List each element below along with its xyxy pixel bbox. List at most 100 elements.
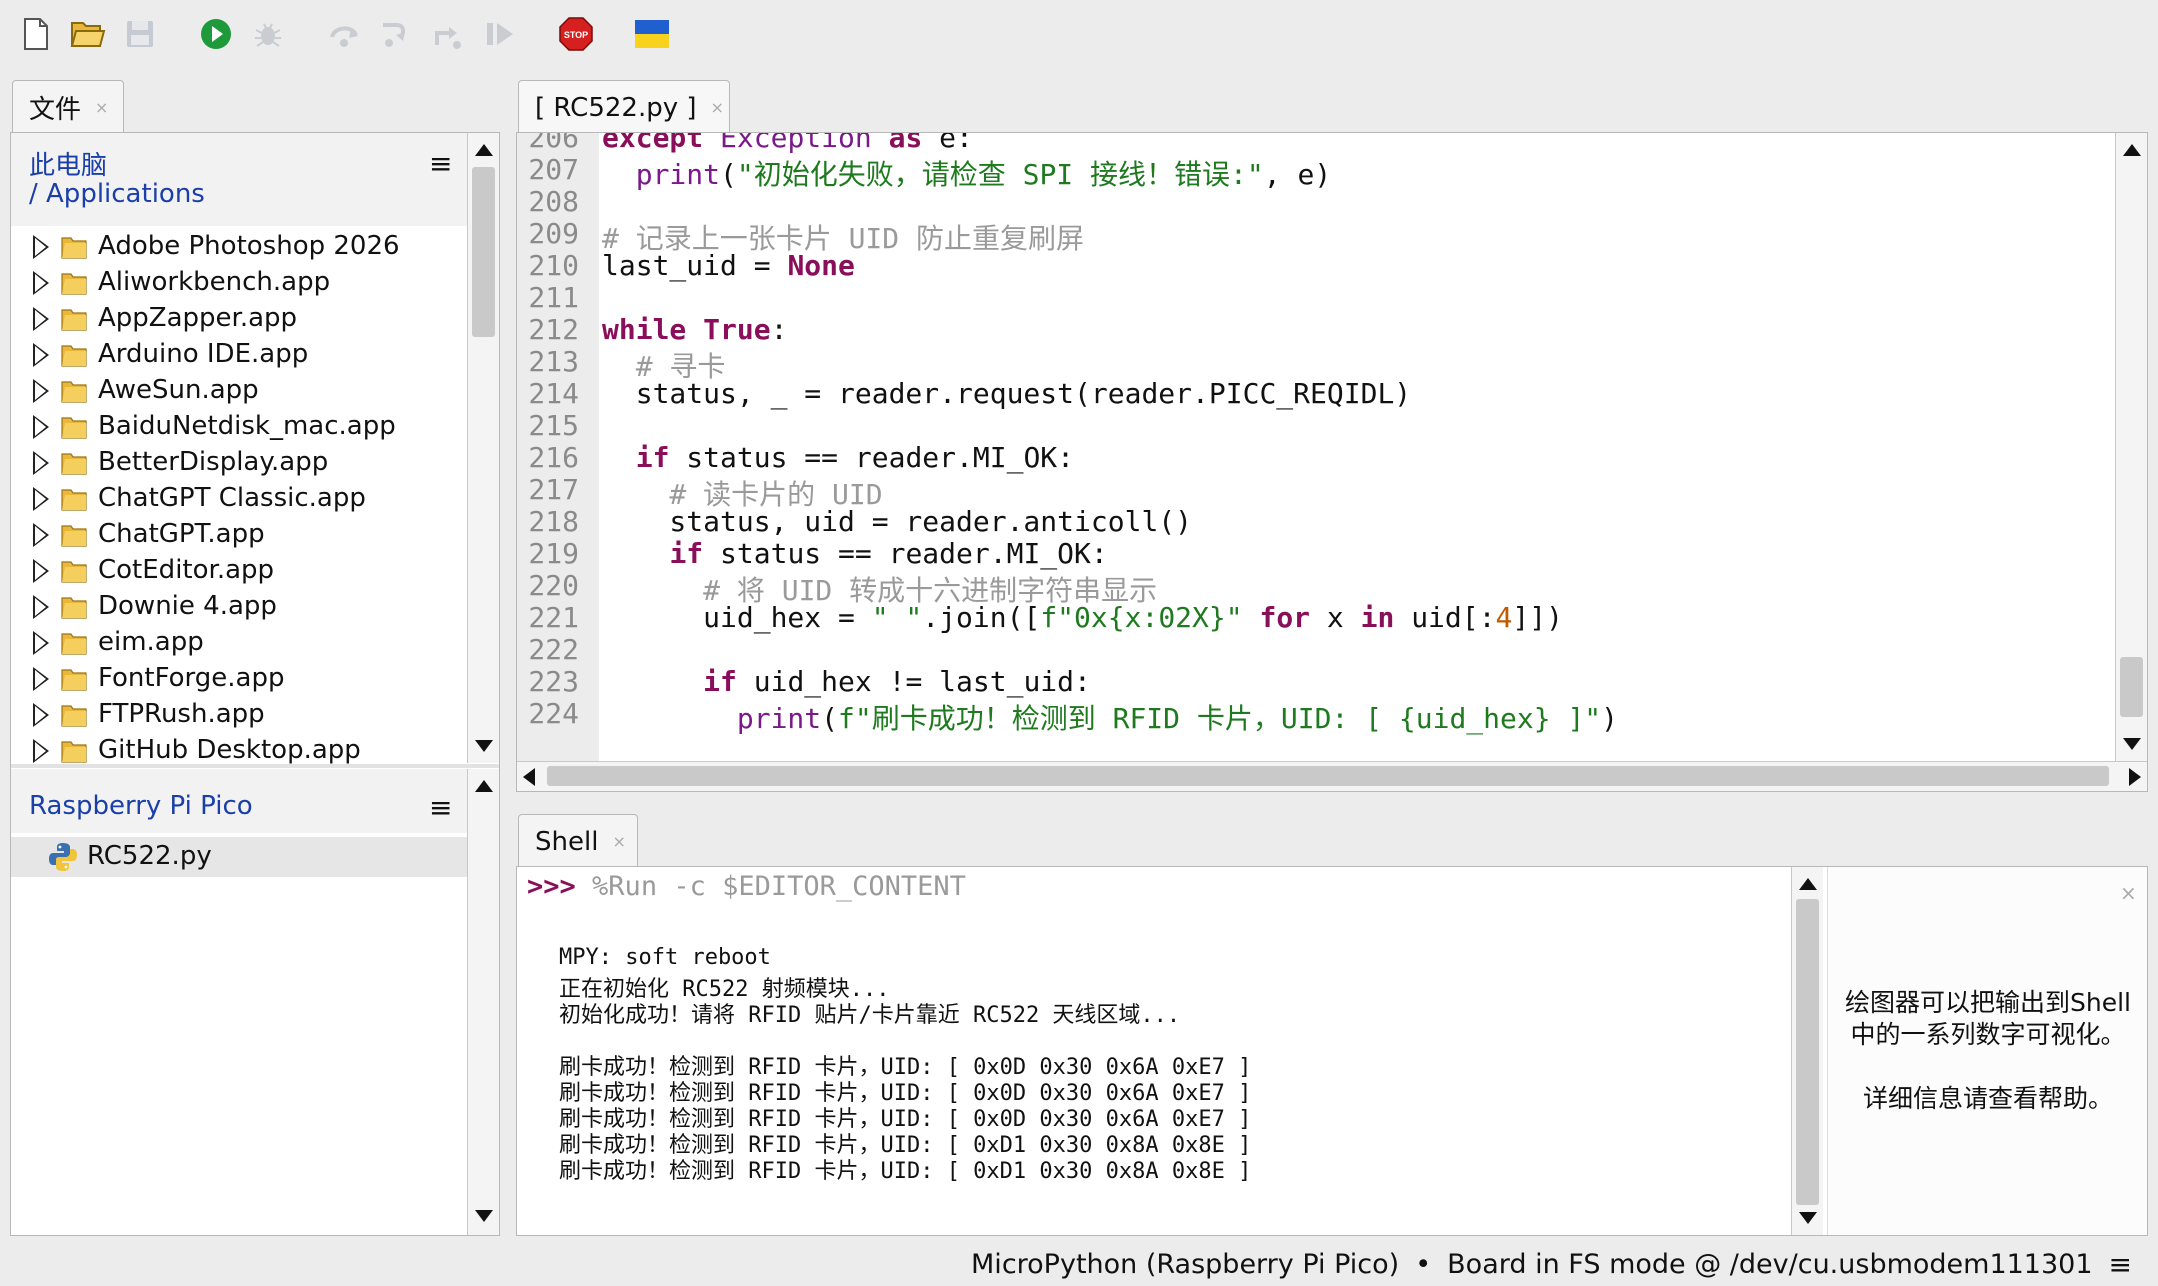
open-folder-icon[interactable]: [68, 14, 108, 54]
code-token: f"0x{x:02X}": [1040, 601, 1243, 634]
list-item[interactable]: ChatGPT.app: [11, 517, 467, 553]
list-item-label: ChatGPT.app: [98, 519, 265, 549]
debug-icon: [248, 14, 288, 54]
folder-icon: [61, 486, 87, 512]
line-number: 219: [528, 537, 579, 570]
scroll-thumb[interactable]: [2120, 657, 2143, 717]
breadcrumb: / Applications: [29, 179, 205, 209]
device-scrollbar[interactable]: [467, 769, 499, 1235]
list-item[interactable]: RC522.py: [11, 837, 467, 877]
scroll-down-icon[interactable]: [1792, 1205, 1823, 1231]
close-icon[interactable]: ×: [95, 98, 108, 117]
scroll-thumb[interactable]: [547, 766, 2109, 786]
step-over-icon: [324, 14, 364, 54]
scroll-down-icon[interactable]: [2116, 731, 2147, 757]
folder-icon: [61, 270, 87, 296]
scroll-down-icon[interactable]: [468, 1203, 499, 1229]
code-line: while True:: [602, 313, 787, 346]
close-icon[interactable]: ×: [612, 832, 625, 851]
hamburger-menu-icon[interactable]: ≡: [429, 791, 452, 824]
resume-icon: [480, 14, 520, 54]
section-divider[interactable]: [11, 764, 499, 768]
code-token: uid_hex != last_uid:: [736, 665, 1091, 698]
list-item[interactable]: Downie 4.app: [11, 589, 467, 625]
run-icon[interactable]: [196, 14, 236, 54]
hamburger-menu-icon[interactable]: ≡: [429, 147, 452, 180]
breadcrumb-path[interactable]: / Applications: [29, 179, 205, 209]
computer-title[interactable]: 此电脑: [29, 145, 107, 182]
code-editor[interactable]: 206 207 208 209 210 211 212 213 214 215 216 217 218 2…: [517, 133, 2115, 761]
interpreter-selector[interactable]: MicroPython (Raspberry Pi Pico): [971, 1249, 1399, 1280]
new-file-icon[interactable]: [16, 14, 56, 54]
list-item[interactable]: ChatGPT Classic.app: [11, 481, 467, 517]
scroll-down-icon[interactable]: [468, 733, 499, 759]
code-token: status == reader.MI_OK:: [703, 537, 1108, 570]
list-item-label: BetterDisplay.app: [98, 447, 329, 477]
list-item[interactable]: CotEditor.app: [11, 553, 467, 589]
shell-scrollbar[interactable]: [1791, 867, 1823, 1235]
shell-output[interactable]: MPY: soft reboot 正在初始化 RC522 射频模块... 初始化成功…: [517, 945, 1787, 1227]
editor-hscrollbar[interactable]: [517, 761, 2147, 791]
stop-icon[interactable]: STOP: [556, 14, 596, 54]
code-line: uid_hex = " ".join([f"0x{x:02X}" for x i…: [602, 601, 1563, 634]
plotter-hint-line1: 绘图器可以把输出到Shell: [1845, 988, 2131, 1017]
hamburger-menu-icon[interactable]: ≡: [2109, 1248, 2132, 1281]
line-number: 210: [528, 249, 579, 282]
code-line: print(f"刷卡成功！检测到 RFID 卡片，UID: [ {uid_hex…: [602, 697, 1618, 737]
list-item[interactable]: AppZapper.app: [11, 301, 467, 337]
code-token: 4: [1495, 601, 1513, 634]
shell-command-line[interactable]: >>> %Run -c $EDITOR_CONTENT: [527, 871, 966, 902]
list-item[interactable]: FTPRush.app: [11, 697, 467, 733]
code-line: last_uid = None: [602, 249, 855, 282]
save-icon: [120, 14, 160, 54]
code-token: for: [1259, 601, 1311, 634]
scroll-right-icon[interactable]: [2129, 768, 2141, 786]
python-file-icon: [47, 841, 79, 877]
plotter-hint-line3: 详细信息请查看帮助。: [1862, 1084, 2113, 1113]
folder-icon: [61, 306, 87, 332]
code-token: uid_hex =: [602, 601, 872, 634]
list-item[interactable]: FontForge.app: [11, 661, 467, 697]
close-icon[interactable]: ×: [711, 98, 724, 117]
tab-shell[interactable]: Shell ×: [518, 814, 638, 868]
tab-files[interactable]: 文件 ×: [12, 80, 124, 134]
list-item[interactable]: eim.app: [11, 625, 467, 661]
applications-scrollbar[interactable]: [467, 133, 499, 763]
tab-editor-rc522[interactable]: [ RC522.py ] ×: [518, 80, 730, 134]
line-number: 223: [528, 665, 579, 698]
scroll-left-icon[interactable]: [523, 768, 535, 786]
port-selector[interactable]: Board in FS mode @ /dev/cu.usbmodem11130…: [1447, 1249, 2092, 1280]
list-item[interactable]: BaiduNetdisk_mac.app: [11, 409, 467, 445]
line-number: 211: [528, 281, 579, 314]
list-item[interactable]: Aliworkbench.app: [11, 265, 467, 301]
shell-output-line: MPY: soft reboot: [559, 945, 771, 970]
code-token: ): [1601, 702, 1619, 735]
plotter-hint: 绘图器可以把输出到Shell 中的一系列数字可视化。 详细信息请查看帮助。: [1828, 987, 2148, 1115]
editor-vscrollbar[interactable]: [2115, 133, 2147, 761]
list-item[interactable]: BetterDisplay.app: [11, 445, 467, 481]
device-title[interactable]: Raspberry Pi Pico: [29, 791, 253, 821]
svg-text:STOP: STOP: [564, 30, 588, 40]
code-token: uid[:: [1394, 601, 1496, 634]
shell-output-line: 刷卡成功！检测到 RFID 卡片，UID: [ 0xD1 0x30 0x8A 0…: [559, 1159, 1252, 1184]
plotter-hint-line2: 中的一系列数字可视化。: [1850, 1020, 2126, 1049]
line-number: 212: [528, 313, 579, 346]
list-item[interactable]: Arduino IDE.app: [11, 337, 467, 373]
scroll-up-icon[interactable]: [468, 137, 499, 163]
shell-output-line: 初始化成功！请将 RFID 贴片/卡片靠近 RC522 天线区域...: [559, 1003, 1181, 1028]
scroll-thumb[interactable]: [1796, 899, 1819, 1205]
scroll-up-icon[interactable]: [468, 773, 499, 799]
list-item[interactable]: Adobe Photoshop 2026: [11, 229, 467, 265]
list-item-label: eim.app: [98, 627, 204, 657]
folder-icon: [61, 450, 87, 476]
scroll-up-icon[interactable]: [1792, 871, 1823, 897]
scroll-up-icon[interactable]: [2116, 137, 2147, 163]
list-item-label: GitHub Desktop.app: [98, 735, 361, 765]
scroll-thumb[interactable]: [472, 167, 495, 337]
list-item[interactable]: AweSun.app: [11, 373, 467, 409]
code-token: while: [602, 313, 704, 346]
close-icon[interactable]: ×: [2120, 881, 2137, 905]
list-item-label: Arduino IDE.app: [98, 339, 309, 369]
